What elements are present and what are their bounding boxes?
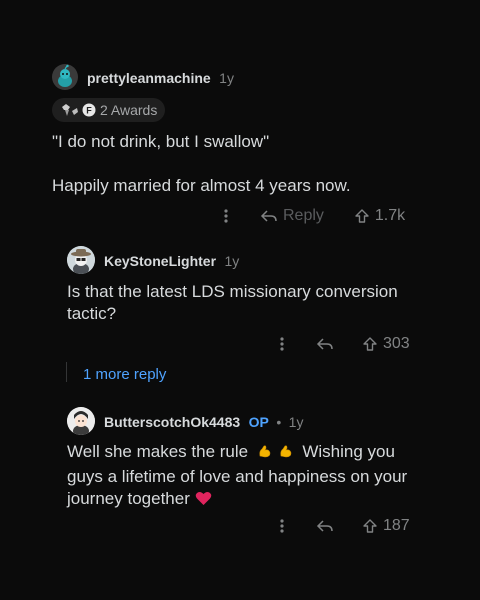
- comment-actions: 187: [274, 517, 410, 535]
- comment-line: Happily married for almost 4 years now.: [52, 176, 351, 195]
- thread-line: [66, 362, 67, 382]
- avatar-butterscotchok4483[interactable]: [67, 407, 95, 435]
- awards-label: 2 Awards: [100, 102, 158, 118]
- comment-age: 1y: [224, 253, 240, 269]
- overflow-icon: [224, 209, 228, 223]
- username[interactable]: prettyleanmachine: [87, 70, 211, 86]
- comment-age: 1y: [219, 70, 234, 86]
- awards-pill[interactable]: F 2 Awards: [52, 98, 166, 122]
- overflow-button[interactable]: [274, 519, 290, 533]
- avatar-prettyleanmachine[interactable]: [52, 64, 78, 90]
- reddit-avatar-icon: [52, 64, 78, 90]
- comment-actions: 303: [274, 335, 410, 353]
- comment-body: Is that the latest LDS missionary conver…: [67, 282, 398, 323]
- upvote-icon: [363, 519, 377, 533]
- overflow-button[interactable]: [218, 209, 234, 223]
- comment-age: 1y: [288, 414, 304, 430]
- username[interactable]: ButterscotchOk4483: [104, 414, 240, 430]
- reply-button[interactable]: [316, 337, 334, 351]
- vote-count: 303: [383, 335, 410, 352]
- overflow-icon: [280, 519, 284, 533]
- reply-arrow-icon: [260, 210, 277, 222]
- reply-label: Reply: [283, 207, 324, 224]
- separator: •: [276, 414, 282, 430]
- comment-actions: Reply 1.7k: [218, 207, 405, 225]
- comment-body: Well she makes the rule Wishing you guys…: [67, 441, 422, 513]
- reddit-avatar-icon: [67, 246, 95, 274]
- comment-header: ButterscotchOk4483 OP • 1y: [104, 414, 303, 432]
- vote-count: 187: [383, 517, 410, 534]
- flexed-biceps-icon: [278, 443, 294, 466]
- vote-count: 1.7k: [374, 207, 406, 224]
- reply-button[interactable]: Reply: [260, 207, 324, 225]
- reddit-avatar-icon: [67, 407, 95, 435]
- comment-body: "I do not drink, but I swallow" Happily …: [52, 131, 452, 197]
- award-icon: [62, 104, 78, 116]
- op-badge: OP: [248, 414, 269, 430]
- username[interactable]: KeyStoneLighter: [104, 253, 216, 269]
- reply-button[interactable]: [316, 519, 334, 533]
- upvote-button[interactable]: 187: [362, 517, 410, 535]
- reply-arrow-icon: [316, 520, 333, 532]
- avatar-keystonelighter[interactable]: [67, 246, 95, 274]
- reply-arrow-icon: [316, 338, 333, 350]
- comment-header: KeyStoneLighter 1y: [104, 253, 239, 271]
- svg-text:F: F: [86, 106, 92, 116]
- upvote-button[interactable]: 303: [362, 335, 410, 353]
- comment-header: prettyleanmachine 1y: [87, 70, 234, 88]
- upvote-icon: [355, 209, 369, 223]
- more-replies-link[interactable]: 1 more reply: [83, 366, 166, 383]
- comment-line: "I do not drink, but I swallow": [52, 132, 270, 151]
- comment-text: Well she makes the rule: [67, 442, 249, 461]
- flexed-biceps-icon: [257, 443, 273, 466]
- upvote-button[interactable]: 1.7k: [354, 207, 405, 225]
- overflow-icon: [280, 337, 284, 351]
- overflow-button[interactable]: [274, 337, 290, 351]
- award-icon: F: [82, 103, 96, 117]
- heart-icon: [195, 491, 212, 513]
- upvote-icon: [363, 337, 377, 351]
